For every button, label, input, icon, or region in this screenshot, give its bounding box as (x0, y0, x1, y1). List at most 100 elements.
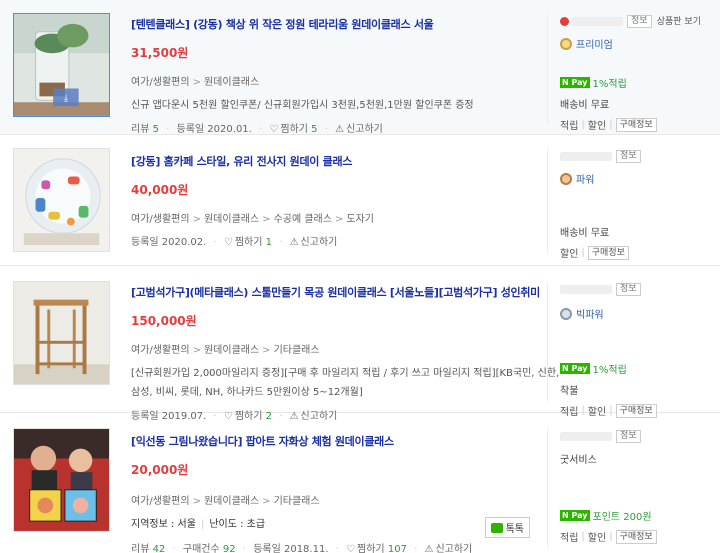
product-price: 40,000원 (131, 183, 189, 197)
seller-info-button[interactable]: 정보 (616, 282, 641, 296)
category-level-3[interactable]: 기타클래스 (274, 345, 320, 356)
category-level-3[interactable]: 수공예 클래스 (274, 214, 332, 225)
report-icon[interactable]: ⚠ (424, 544, 433, 553)
talk-talk-button[interactable]: 톡톡 (484, 517, 530, 538)
seller-grade-label: 굿서비스 (560, 455, 597, 466)
region-info: 지역정보 : 서울 (131, 519, 196, 530)
seller-info-button[interactable]: 정보 (616, 149, 641, 163)
product-item: ⤓ [텐텐클래스] (강동) 책상 위 작은 정원 테라리움 원데이클래스 서울… (0, 0, 720, 135)
shipping-info: 착불 (560, 386, 579, 397)
product-item: [고범석가구](메타클래스) 스툴만들기 목공 원데이클래스 [서울노들][고범… (0, 266, 720, 422)
report-icon[interactable]: ⚠ (335, 124, 344, 135)
seller-grade: 빅파워 (560, 306, 717, 321)
category-level-2[interactable]: 원데이클래스 (204, 214, 259, 225)
wish-label[interactable]: 찜하기 (280, 124, 308, 135)
purchase-label: 구매건수 (182, 544, 220, 553)
medal-icon (560, 37, 572, 50)
npay-benefit: N Pay 1%적립 (560, 75, 627, 90)
terrarium-image: ⤓ (14, 14, 109, 116)
review-label[interactable]: 리뷰 (131, 124, 149, 135)
category-breadcrumb: 여가/생활편의 > 원데이클래스 > 수공예 클래스 > 도자기 (131, 214, 374, 225)
shipping-info: 배송비 무료 (560, 100, 610, 111)
seller-panel: 정보 파워 배송비 무료 할인 | 구매정보 (547, 149, 717, 260)
category-level-2[interactable]: 원데이클래스 (204, 496, 259, 507)
benefit-tags: 적립 | 할인 | 구매정보 (560, 117, 717, 132)
npay-benefit: N Pay 1%적립 (560, 361, 627, 376)
purchase-info-button[interactable]: 구매정보 (615, 117, 657, 132)
report-link[interactable]: 신고하기 (301, 237, 338, 248)
wish-label[interactable]: 찜하기 (357, 544, 385, 553)
seller-grade: 파워 (560, 171, 717, 186)
seller-info-button[interactable]: 정보 (616, 429, 641, 443)
wish-count: 1 (265, 237, 273, 248)
seller-grade: 프리미엄 (560, 36, 717, 51)
report-link[interactable]: 신고하기 (346, 124, 383, 135)
product-title[interactable]: [익선동 그림나왔습니다] 팝아트 자화상 체험 원데이클래스 (131, 433, 540, 449)
category-level-4[interactable]: 도자기 (346, 214, 374, 225)
seller-panel: 정보 빅파워 N Pay 1%적립 착불 적립 | 할인 | 구매정보 (547, 282, 717, 418)
npay-text: 1%적립 (592, 365, 627, 376)
category-breadcrumb: 여가/생활편의 > 원데이클래스 > 기타클래스 (131, 496, 320, 507)
pop-art-portrait-image (14, 429, 109, 531)
product-meta: 리뷰 5 · 등록일 2020.01. · ♡ 찜하기 5 · ⚠ 신고하기 (131, 124, 383, 135)
review-count[interactable]: 5 (153, 124, 159, 135)
grade-label: 파워 (576, 175, 595, 186)
product-title[interactable]: [강동] 홈카페 스타일, 유리 전사지 원데이 클래스 (131, 153, 540, 169)
product-list: ⤓ [텐텐클래스] (강동) 책상 위 작은 정원 테라리움 원데이클래스 서울… (0, 0, 720, 553)
product-thumbnail[interactable]: ⤓ (13, 13, 110, 117)
product-thumbnail[interactable] (13, 428, 110, 532)
heart-icon[interactable]: ♡ (346, 544, 355, 553)
report-icon[interactable]: ⚠ (290, 237, 299, 248)
review-label[interactable]: 리뷰 (131, 544, 149, 553)
seller-logo-icon (560, 16, 569, 26)
product-price: 31,500원 (131, 46, 189, 60)
category-level-3[interactable]: 기타클래스 (274, 496, 320, 507)
heart-icon[interactable]: ♡ (269, 124, 278, 135)
product-title[interactable]: [텐텐클래스] (강동) 책상 위 작은 정원 테라리움 원데이클래스 서울 (131, 16, 540, 32)
report-link[interactable]: 신고하기 (435, 544, 472, 553)
npay-icon: N Pay (560, 510, 590, 521)
svg-text:⤓: ⤓ (64, 94, 68, 104)
product-meta: 등록일 2020.02. · ♡ 찜하기 1 · ⚠ 신고하기 (131, 237, 338, 248)
category-level-1[interactable]: 여가/생활편의 (131, 496, 190, 507)
category-level-1[interactable]: 여가/생활편의 (131, 345, 190, 356)
product-title[interactable]: [고범석가구](메타클래스) 스툴만들기 목공 원데이클래스 [서울노들][고범… (131, 284, 540, 300)
registered-date: 등록일 2018.11. (253, 544, 329, 553)
purchase-count: 92 (222, 544, 236, 553)
seller-name[interactable] (560, 284, 612, 294)
npay-text: 포인트 200원 (592, 512, 652, 523)
npay-icon: N Pay (560, 77, 590, 88)
seller-panel: 정보 굿서비스 N Pay 포인트 200원 적립 | 할인 | 구매정보 (547, 429, 717, 547)
category-breadcrumb: 여가/생활편의 > 원데이클래스 (131, 77, 260, 88)
product-attributes: 지역정보 : 서울 | 난이도 : 초급 (131, 519, 266, 530)
benefit-tag-discount: 할인 (560, 249, 579, 260)
category-level-1[interactable]: 여가/생활편의 (131, 77, 190, 88)
seller-name[interactable] (560, 151, 612, 161)
seller-panel: 정보 상품판 보기 프리미엄 N Pay 1%적립 배송비 무료 적립 | 할인 | … (547, 14, 717, 132)
product-item: [익선동 그림나왔습니다] 팝아트 자화상 체험 원데이클래스 20,000원 … (0, 413, 720, 553)
medal-icon (560, 172, 572, 185)
seller-name[interactable] (560, 431, 612, 441)
category-level-1[interactable]: 여가/생활편의 (131, 214, 190, 225)
wooden-stool-image (14, 282, 109, 384)
more-products-link[interactable]: 상품판 보기 (657, 14, 701, 27)
purchase-info-button[interactable]: 구매정보 (587, 245, 629, 260)
npay-text: 1%적립 (592, 79, 627, 90)
category-level-2[interactable]: 원데이클래스 (204, 77, 259, 88)
seller-name[interactable] (571, 16, 623, 26)
product-thumbnail[interactable] (13, 281, 110, 385)
product-price: 150,000원 (131, 314, 197, 328)
benefit-tag-discount: 할인 (587, 533, 607, 544)
purchase-info-button[interactable]: 구매정보 (615, 529, 657, 544)
review-count[interactable]: 42 (153, 544, 166, 553)
talk-label: 톡톡 (505, 524, 524, 535)
seller-info-button[interactable]: 정보 (627, 14, 652, 28)
category-level-2[interactable]: 원데이클래스 (204, 345, 259, 356)
npay-benefit: N Pay 포인트 200원 (560, 508, 652, 523)
product-description-line-1: [신규회원가입 2,000마일리지 증정][구매 후 마일리지 적립 / 후기 … (131, 368, 560, 379)
product-thumbnail[interactable] (13, 148, 110, 252)
heart-icon[interactable]: ♡ (224, 237, 233, 248)
chat-icon (490, 522, 503, 533)
product-price: 20,000원 (131, 463, 189, 477)
wish-label[interactable]: 찜하기 (235, 237, 263, 248)
